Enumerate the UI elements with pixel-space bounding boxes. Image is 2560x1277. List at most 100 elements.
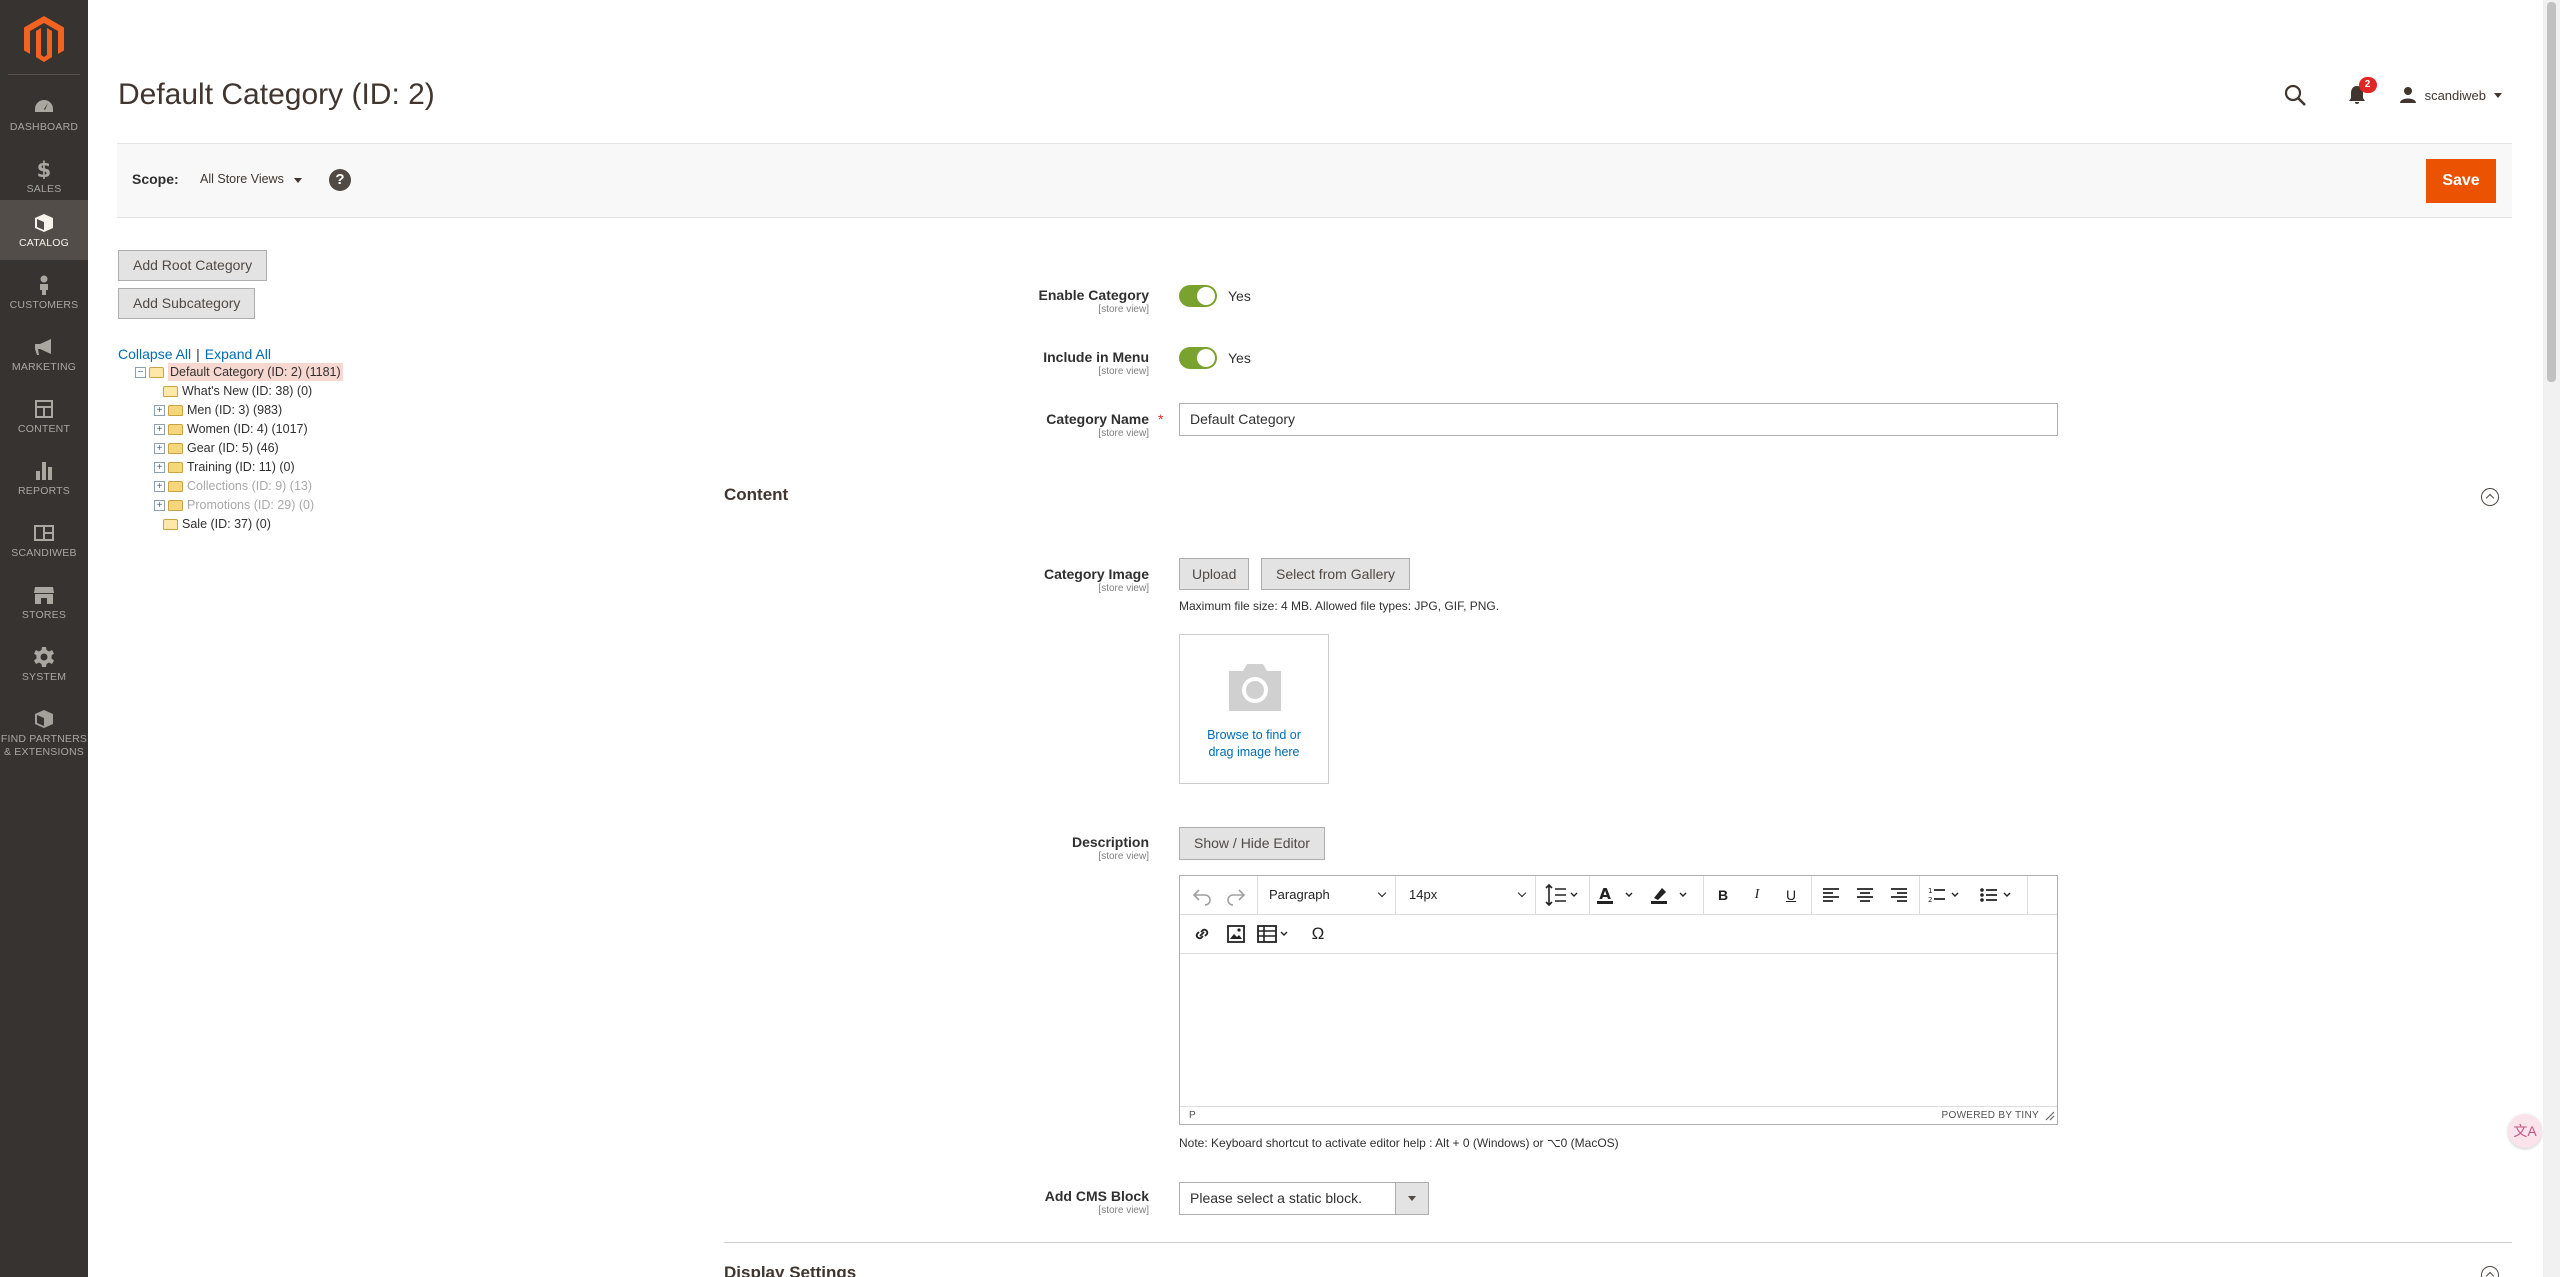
user-menu[interactable]: scandiweb (2399, 86, 2502, 104)
save-button[interactable]: Save (2426, 159, 2496, 203)
logo-divider (8, 74, 80, 75)
table-icon[interactable] (1256, 923, 1296, 945)
help-icon[interactable]: ? (329, 169, 351, 191)
store-view-scope: [store view] (1098, 304, 1149, 315)
nav-content[interactable]: CONTENT (0, 386, 88, 446)
text-color-button[interactable]: A (1595, 884, 1641, 906)
content-section-title[interactable]: Content (724, 485, 788, 505)
element-path: P (1189, 1110, 1196, 1121)
user-icon (2399, 87, 2416, 103)
chevron-down-icon[interactable] (2481, 1266, 2499, 1277)
upload-button[interactable]: Upload (1179, 558, 1250, 590)
tree-node-collections[interactable]: + Collections (ID: 9) (13) (154, 477, 312, 495)
add-subcategory-button[interactable]: Add Subcategory (118, 288, 256, 319)
scrollbar-thumb[interactable] (2547, 2, 2556, 382)
nav-customers[interactable]: CUSTOMERS (0, 262, 88, 322)
expand-icon[interactable]: + (154, 423, 165, 435)
expand-icon[interactable]: + (154, 499, 165, 511)
field-label: Add CMS Block (1044, 1188, 1149, 1204)
browse-link[interactable]: Browse to find or drag image here (1180, 727, 1328, 761)
image-dropzone[interactable]: Browse to find or drag image here (1179, 634, 1329, 784)
cms-block-select[interactable]: Please select a static block. (1179, 1182, 1429, 1215)
align-center-icon[interactable] (1853, 884, 1877, 906)
include-in-menu-label: Include in Menu [store view] (849, 349, 1149, 378)
enable-category-toggle[interactable] (1179, 285, 1217, 307)
block-format-select[interactable]: Paragraph (1269, 884, 1394, 906)
collapse-icon[interactable]: − (135, 366, 146, 378)
display-settings-title[interactable]: Display Settings (724, 1263, 856, 1277)
nav-sales[interactable]: $ SALES (0, 146, 88, 206)
translate-icon[interactable]: 文A (2508, 1114, 2542, 1148)
camera-icon (1229, 664, 1281, 711)
nav-dashboard[interactable]: DASHBOARD (0, 84, 88, 144)
editor-shortcut-note: Note: Keyboard shortcut to activate edit… (1179, 1136, 1619, 1150)
expand-icon[interactable]: + (154, 480, 165, 492)
search-icon[interactable] (2283, 83, 2307, 107)
include-in-menu-toggle[interactable] (1179, 347, 1217, 369)
nav-marketing[interactable]: MARKETING (0, 324, 88, 384)
italic-icon[interactable]: I (1745, 884, 1769, 906)
font-size-select[interactable]: 14px (1409, 884, 1534, 906)
chevron-down-icon (2494, 92, 2502, 98)
font-size-value: 14px (1409, 887, 1438, 902)
tree-node-women[interactable]: + Women (ID: 4) (1017) (154, 420, 308, 438)
nav-reports[interactable]: REPORTS (0, 448, 88, 508)
undo-icon[interactable] (1190, 884, 1214, 906)
select-from-gallery-button[interactable]: Select from Gallery (1261, 558, 1411, 590)
tree-node-men[interactable]: + Men (ID: 3) (983) (154, 401, 282, 419)
highlight-color-button[interactable] (1649, 884, 1695, 906)
page-scrollbar[interactable] (2543, 0, 2560, 1277)
cms-block-label: Add CMS Block [store view] (849, 1188, 1149, 1217)
person-icon (40, 275, 48, 295)
tree-node-sale[interactable]: Sale (ID: 37) (0) (149, 515, 271, 533)
magento-logo-icon[interactable] (24, 16, 64, 62)
collapse-all-link[interactable]: Collapse All (118, 346, 191, 362)
tree-node-default-category[interactable]: − Default Category (ID: 2) (1181) (135, 363, 343, 381)
category-image-label: Category Image [store view] (849, 566, 1149, 595)
chevron-up-icon[interactable] (2481, 488, 2499, 506)
link-icon[interactable] (1190, 923, 1214, 945)
editor-toolbar-row-2: Ω (1180, 915, 2057, 954)
svg-text:$: $ (37, 159, 52, 179)
folder-icon (163, 518, 178, 530)
file-size-note: Maximum file size: 4 MB. Allowed file ty… (1179, 599, 1500, 613)
expand-icon[interactable]: + (154, 404, 165, 416)
expand-icon[interactable]: + (154, 461, 165, 473)
nav-system[interactable]: SYSTEM (0, 634, 88, 694)
bold-icon[interactable]: B (1711, 884, 1735, 906)
nav-find-partners[interactable]: FIND PARTNERS & EXTENSIONS (0, 696, 88, 772)
image-icon[interactable] (1224, 923, 1248, 945)
scope-value: All Store Views (200, 172, 284, 186)
underline-icon[interactable]: U (1779, 884, 1803, 906)
align-right-icon[interactable] (1887, 884, 1911, 906)
special-character-icon[interactable]: Ω (1306, 923, 1330, 945)
powered-by-tiny-link[interactable]: POWERED BY TINY (1942, 1107, 2039, 1124)
add-root-category-button[interactable]: Add Root Category (118, 250, 268, 281)
tree-node-whats-new[interactable]: What's New (ID: 38) (0) (149, 382, 312, 400)
notifications-button[interactable]: 2 (2345, 77, 2377, 107)
redo-icon[interactable] (1224, 884, 1248, 906)
nav-stores[interactable]: STORES (0, 572, 88, 632)
expand-all-link[interactable]: Expand All (205, 346, 271, 362)
dashboard-icon (35, 100, 53, 112)
gear-icon (34, 647, 54, 667)
tree-controls: Collapse All | Expand All (118, 346, 271, 362)
category-name-input[interactable]: Default Category (1179, 403, 2058, 436)
bullet-list-icon[interactable] (1977, 884, 2023, 906)
cube-icon (35, 710, 53, 728)
numbered-list-icon[interactable]: 12 (1925, 884, 1971, 906)
show-hide-editor-button[interactable]: Show / Hide Editor (1179, 827, 1325, 860)
editor-content-area[interactable] (1180, 955, 2057, 1107)
svg-text:2: 2 (1928, 896, 1932, 904)
wysiwyg-editor: Paragraph 14px A B I U 12 Ω P POWERED BY… (1179, 875, 2058, 1125)
nav-scandiweb[interactable]: SCANDIWEB (0, 510, 88, 570)
tree-node-gear[interactable]: + Gear (ID: 5) (46) (154, 439, 279, 457)
line-height-button[interactable] (1542, 883, 1582, 907)
resize-handle-icon[interactable] (2045, 1111, 2055, 1121)
nav-catalog[interactable]: CATALOG (0, 200, 88, 260)
scope-switcher[interactable]: All Store Views (200, 172, 302, 186)
align-left-icon[interactable] (1819, 884, 1843, 906)
tree-node-promotions[interactable]: + Promotions (ID: 29) (0) (154, 496, 314, 514)
tree-node-training[interactable]: + Training (ID: 11) (0) (154, 458, 295, 476)
expand-icon[interactable]: + (154, 442, 165, 454)
